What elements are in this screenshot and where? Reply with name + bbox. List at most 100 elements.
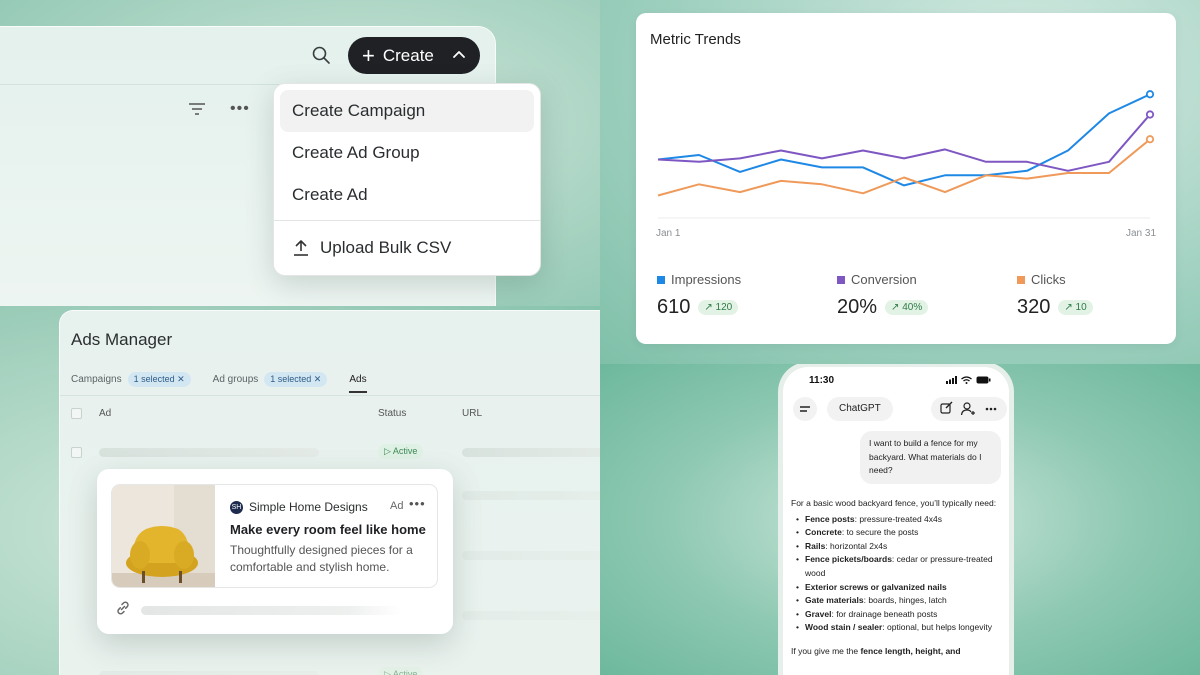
column-header-status: Status <box>378 408 407 419</box>
menu-icon <box>800 406 810 412</box>
more-options-icon[interactable]: ••• <box>409 496 426 511</box>
stat-impressions: 610 ↗ 120 <box>657 296 739 319</box>
list-item: Exterior screws or galvanized nails <box>791 581 1003 595</box>
materials-list: Fence posts: pressure-treated 4x4s Concr… <box>791 513 1003 635</box>
status-icons <box>946 376 991 384</box>
list-item: Concrete: to secure the posts <box>791 526 1003 540</box>
row-checkbox[interactable] <box>71 447 82 458</box>
filter-icon[interactable] <box>188 102 206 121</box>
upload-icon <box>294 240 308 256</box>
x-tick-end: Jan 31 <box>1126 228 1157 239</box>
legend-swatch <box>837 275 845 284</box>
search-icon[interactable] <box>311 45 331 65</box>
stat-value: 320 <box>1017 296 1051 318</box>
metric-trends-card: Metric Trends Jan 1 Jan 31 Impressions C… <box>636 13 1176 344</box>
tab-campaigns[interactable]: Campaigns <box>71 374 122 385</box>
level-tabs: Campaigns 1 selected ✕ Ad groups 1 selec… <box>71 372 367 393</box>
plus-icon: + <box>362 42 375 68</box>
sidebar-menu-button[interactable] <box>793 397 817 421</box>
menu-divider <box>274 220 540 221</box>
legend-label: Conversion <box>851 272 917 287</box>
menu-item-create-ad-group[interactable]: Create Ad Group <box>280 132 534 174</box>
create-button[interactable]: + Create <box>348 37 480 74</box>
stat-delta: 10 <box>1075 302 1087 313</box>
row-placeholder <box>462 551 600 560</box>
edit-icon[interactable] <box>940 401 953 414</box>
legend-label: Clicks <box>1031 272 1066 287</box>
series-endpoint-clicks <box>1145 135 1155 144</box>
menu-item-create-ad[interactable]: Create Ad <box>280 174 534 216</box>
x-tick-start: Jan 1 <box>656 228 681 239</box>
legend-swatch <box>1017 275 1025 284</box>
chevron-up-icon <box>452 47 466 67</box>
stat-delta: 40% <box>902 302 923 313</box>
more-options-icon[interactable] <box>985 407 997 411</box>
armchair-image <box>112 485 215 587</box>
list-item: Fence pickets/boards: cedar or pressure-… <box>791 553 1003 580</box>
status-time: 11:30 <box>809 375 835 386</box>
phone-frame: 11:30 ChatGPT I want to build a fence fo… <box>778 364 1014 675</box>
brand-name: Simple Home Designs <box>249 500 368 514</box>
legend-clicks: Clicks <box>1017 272 1066 287</box>
list-item: Gravel: for drainage beneath posts <box>791 608 1003 622</box>
select-all-checkbox[interactable] <box>71 408 82 419</box>
legend-swatch <box>657 275 665 284</box>
link-icon[interactable] <box>115 600 131 621</box>
battery-icon <box>976 376 991 384</box>
list-item: Gate materials: boards, hinges, latch <box>791 594 1003 608</box>
row-placeholder <box>99 671 319 675</box>
more-options-icon[interactable]: ••• <box>230 100 250 118</box>
create-dropdown-menu: Create Campaign Create Ad Group Create A… <box>273 83 541 276</box>
menu-item-create-campaign[interactable]: Create Campaign <box>280 90 534 132</box>
model-selector[interactable]: ChatGPT <box>827 397 893 421</box>
wifi-icon <box>961 376 972 384</box>
chat-actions <box>931 397 1007 421</box>
selected-chip[interactable]: 1 selected ✕ <box>127 372 191 387</box>
assistant-message: For a basic wood backyard fence, you’ll … <box>791 497 1003 659</box>
column-header-url: URL <box>462 408 483 419</box>
ads-manager-quadrant: Ads Manager Campaigns 1 selected ✕ Ad gr… <box>0 306 600 675</box>
page-title: Ads Manager <box>71 330 173 349</box>
table-header: Ad Status URL <box>60 395 600 425</box>
series-line-clicks <box>657 138 1151 197</box>
legend-label: Impressions <box>671 272 742 287</box>
ad-description: Thoughtfully designed pieces for a comfo… <box>230 543 413 574</box>
ad-brand: SH Simple Home Designs <box>230 500 368 514</box>
tab-ad-groups[interactable]: Ad groups <box>213 374 259 385</box>
user-message: I want to build a fence for my backyard.… <box>860 431 1001 484</box>
stat-clicks: 320 ↗ 10 <box>1017 296 1093 319</box>
ad-label: Ad <box>390 500 404 512</box>
menu-item-upload-bulk-csv[interactable]: Upload Bulk CSV <box>280 227 534 269</box>
ad-creative: SH Simple Home Designs Ad ••• Make every… <box>111 484 438 588</box>
tab-ads[interactable]: Ads <box>349 374 367 393</box>
stat-conversion: 20% ↗ 40% <box>837 296 929 319</box>
metric-trends-quadrant: Metric Trends Jan 1 Jan 31 Impressions C… <box>600 0 1200 364</box>
url-placeholder <box>141 606 401 615</box>
column-header-ad: Ad <box>99 408 112 419</box>
status-badge: ▷ Active <box>378 444 424 459</box>
status-badge: ▷ Active <box>378 667 424 675</box>
row-placeholder <box>462 448 600 457</box>
series-endpoint-conversion <box>1145 110 1155 119</box>
create-button-label: Create <box>382 45 434 65</box>
add-person-icon[interactable] <box>960 402 976 416</box>
selected-chip[interactable]: 1 selected ✕ <box>264 372 328 387</box>
stat-delta-badge: ↗ 120 <box>698 300 739 315</box>
ad-preview-card[interactable]: SH Simple Home Designs Ad ••• Make every… <box>97 469 453 634</box>
stat-delta-badge: ↗ 40% <box>885 300 929 315</box>
create-menu-quadrant: + Create ••• Create Campaign Create Ad G… <box>0 0 600 306</box>
answer-intro: For a basic wood backyard fence, you’ll … <box>791 498 997 508</box>
chat-nav-bar: ChatGPT <box>793 397 1007 421</box>
brand-logo: SH <box>230 500 243 514</box>
chat-quadrant: 11:30 ChatGPT I want to build a fence fo… <box>600 364 1200 675</box>
list-item: Fence posts: pressure-treated 4x4s <box>791 513 1003 527</box>
legend-impressions: Impressions <box>657 272 741 287</box>
list-item: Wood stain / sealer: optional, but helps… <box>791 621 1003 635</box>
list-item: Rails: horizontal 2x4s <box>791 540 1003 554</box>
ad-headline: Make every room feel like home <box>230 522 426 537</box>
answer-followup: If you give me the fence length, height,… <box>791 645 961 656</box>
row-placeholder <box>99 448 319 457</box>
upload-label: Upload Bulk CSV <box>320 238 452 257</box>
line-chart <box>657 90 1155 219</box>
series-line-impressions <box>657 93 1151 187</box>
